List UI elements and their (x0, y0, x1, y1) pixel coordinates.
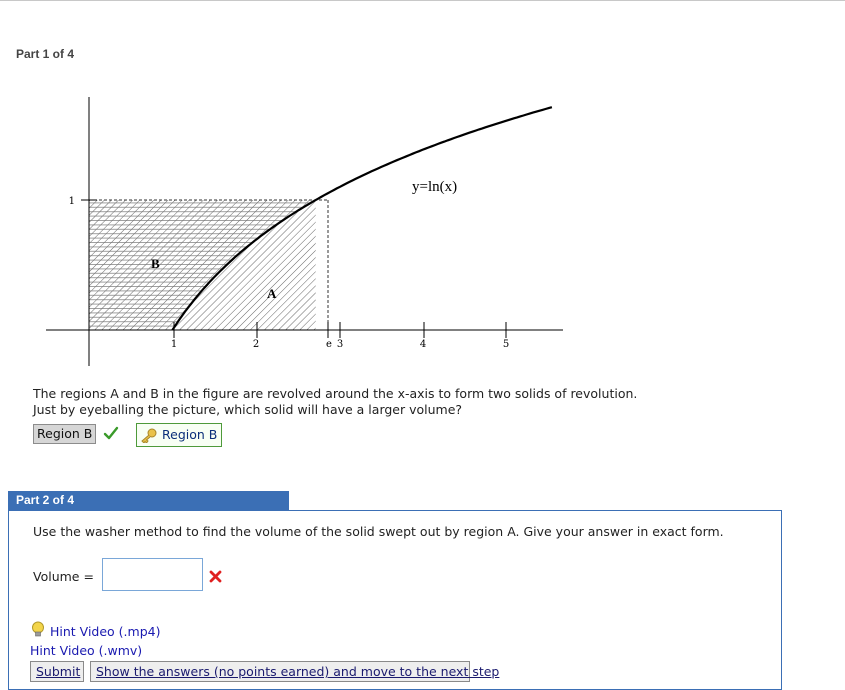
x-tick-label-5: 5 (503, 339, 509, 350)
x-icon (209, 570, 222, 583)
x-tick-label-2: 2 (253, 339, 259, 350)
question-line-1: The regions A and B in the figure are re… (33, 386, 638, 401)
y-tick-label: 1 (69, 196, 75, 207)
show-answers-button[interactable]: Show the answers (no points earned) and … (90, 661, 499, 682)
x-tick-label-1: 1 (171, 339, 177, 350)
volume-input[interactable] (102, 558, 203, 591)
question-line-2: Just by eyeballing the picture, which so… (33, 402, 463, 417)
curve-label: y=ln(x) (412, 179, 457, 195)
given-answer-box: Region B (33, 424, 97, 444)
part2-title: Part 2 of 4 (8, 491, 289, 510)
hint-video-wmv-link[interactable]: Hint Video (.wmv) (30, 643, 142, 658)
check-icon (103, 426, 119, 440)
part2-question: Use the washer method to find the volume… (33, 524, 724, 539)
volume-label: Volume = (33, 569, 94, 584)
lightbulb-icon (32, 621, 44, 637)
region-b-label: B (151, 256, 160, 271)
part1-question: The regions A and B in the figure are re… (33, 386, 733, 418)
correct-answer-box[interactable]: Region B (136, 423, 222, 447)
region-a-label: A (267, 286, 277, 301)
x-tick-label-e: e (326, 339, 332, 350)
correct-answer-label: Region B (162, 427, 218, 442)
key-icon (141, 428, 157, 443)
x-tick-label-3: 3 (337, 339, 343, 350)
submit-button[interactable]: Submit (30, 661, 84, 682)
ln-region-figure: 1 1 2 e 3 4 5 y=ln(x) B A (46, 97, 563, 366)
hint-video-mp4-link[interactable]: Hint Video (.mp4) (50, 624, 160, 639)
x-tick-label-4: 4 (420, 339, 426, 350)
